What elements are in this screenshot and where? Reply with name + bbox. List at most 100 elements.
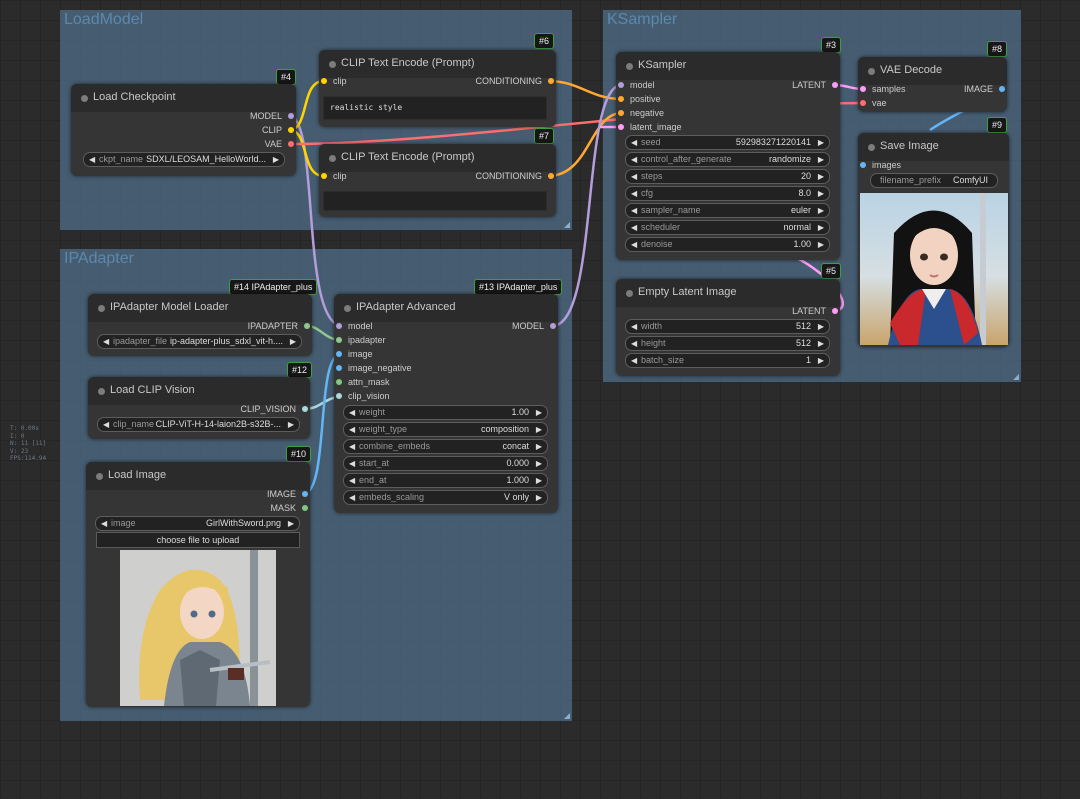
output-mask[interactable]: MASK [270,502,310,514]
node-title-bar[interactable]: CLIP Text Encode (Prompt) [319,144,556,172]
slot-dot-icon[interactable] [618,96,624,102]
collapse-dot-icon[interactable] [329,155,336,162]
collapse-dot-icon[interactable] [868,68,875,75]
slot-dot-icon[interactable] [999,86,1005,92]
start-at-widget[interactable]: ◀ start_at 0.000 ▶ [343,456,548,471]
slot-dot-icon[interactable] [550,323,556,329]
collapse-dot-icon[interactable] [98,388,105,395]
arrow-left-icon[interactable]: ◀ [631,320,637,333]
arrow-right-icon[interactable]: ▶ [290,335,296,348]
filename-prefix-input[interactable]: filename_prefix ComfyUI [870,173,998,188]
input-model[interactable]: model [334,320,373,332]
ckpt-name-combo[interactable]: ◀ ckpt_name SDXL/LEOSAM_HelloWorld... ▶ [83,152,285,167]
node-load-clip-vision[interactable]: Load CLIP Vision CLIP_VISION ◀ clip_name C… [88,377,310,439]
node-ksampler[interactable]: KSampler model positive negative latent_… [616,52,840,260]
batch-size-widget[interactable]: ◀ batch_size 1 ▶ [625,353,830,368]
input-clip[interactable]: clip [319,75,347,87]
node-title-bar[interactable]: IPAdapter Advanced [334,294,558,322]
end-at-widget[interactable]: ◀ end_at 1.000 ▶ [343,473,548,488]
weight-type-widget[interactable]: ◀ weight_type composition ▶ [343,422,548,437]
input-image[interactable]: image [334,348,373,360]
node-ipadapter-advanced[interactable]: IPAdapter Advanced model ipadapter image… [334,294,558,513]
node-clip-text-encode-positive[interactable]: CLIP Text Encode (Prompt) clip CONDITION… [319,50,556,127]
arrow-left-icon[interactable]: ◀ [349,491,355,504]
prompt-textarea[interactable] [323,191,547,211]
collapse-dot-icon[interactable] [98,305,105,312]
slot-dot-icon[interactable] [321,78,327,84]
input-clip[interactable]: clip [319,170,347,182]
arrow-right-icon[interactable]: ▶ [288,418,294,431]
combine-embeds-widget[interactable]: ◀ combine_embeds concat ▶ [343,439,548,454]
slot-dot-icon[interactable] [336,365,342,371]
height-widget[interactable]: ◀ height 512 ▶ [625,336,830,351]
output-latent[interactable]: LATENT [792,305,840,317]
arrow-left-icon[interactable]: ◀ [101,517,107,530]
arrow-right-icon[interactable]: ▶ [536,491,542,504]
arrow-left-icon[interactable]: ◀ [631,337,637,350]
slot-dot-icon[interactable] [336,337,342,343]
arrow-left-icon[interactable]: ◀ [349,406,355,419]
arrow-right-icon[interactable]: ▶ [818,187,824,200]
input-samples[interactable]: samples [858,83,906,95]
slot-dot-icon[interactable] [336,393,342,399]
collapse-dot-icon[interactable] [868,144,875,151]
arrow-right-icon[interactable]: ▶ [818,354,824,367]
input-model[interactable]: model [616,79,655,91]
slot-dot-icon[interactable] [302,491,308,497]
slot-dot-icon[interactable] [302,505,308,511]
output-latent[interactable]: LATENT [792,79,840,91]
node-title-bar[interactable]: Empty Latent Image [616,279,840,307]
arrow-right-icon[interactable]: ▶ [818,320,824,333]
slot-dot-icon[interactable] [618,82,624,88]
output-model[interactable]: MODEL [250,110,296,122]
output-image[interactable]: IMAGE [964,83,1007,95]
output-vae[interactable]: VAE [265,138,296,150]
arrow-right-icon[interactable]: ▶ [536,457,542,470]
slot-dot-icon[interactable] [302,406,308,412]
arrow-left-icon[interactable]: ◀ [103,418,109,431]
output-conditioning[interactable]: CONDITIONING [476,75,557,87]
node-title-bar[interactable]: VAE Decode [858,57,1007,85]
slot-dot-icon[interactable] [618,110,624,116]
prompt-textarea[interactable]: realistic style [323,96,547,120]
slot-dot-icon[interactable] [832,308,838,314]
arrow-left-icon[interactable]: ◀ [631,354,637,367]
node-clip-text-encode-negative[interactable]: CLIP Text Encode (Prompt) clip CONDITION… [319,144,556,217]
output-ipadapter[interactable]: IPADAPTER [248,320,312,332]
input-positive[interactable]: positive [616,93,661,105]
input-vae[interactable]: vae [858,97,887,109]
arrow-right-icon[interactable]: ▶ [818,153,824,166]
node-load-checkpoint[interactable]: Load Checkpoint MODEL CLIP VAE ◀ ckpt_na… [71,84,296,176]
collapse-dot-icon[interactable] [329,61,336,68]
input-clip-vision[interactable]: clip_vision [334,390,390,402]
output-conditioning[interactable]: CONDITIONING [476,170,557,182]
input-attn-mask[interactable]: attn_mask [334,376,390,388]
arrow-left-icon[interactable]: ◀ [631,187,637,200]
image-combo[interactable]: ◀ image GirlWithSword.png ▶ [95,516,300,531]
arrow-left-icon[interactable]: ◀ [349,457,355,470]
slot-dot-icon[interactable] [860,86,866,92]
node-title-bar[interactable]: Load Checkpoint [71,84,296,112]
upload-button[interactable]: choose file to upload [96,532,300,548]
arrow-right-icon[interactable]: ▶ [536,440,542,453]
output-model[interactable]: MODEL [512,320,558,332]
seed-widget[interactable]: ◀ seed 592983271220141 ▶ [625,135,830,150]
arrow-right-icon[interactable]: ▶ [818,221,824,234]
steps-widget[interactable]: ◀ steps 20 ▶ [625,169,830,184]
arrow-right-icon[interactable]: ▶ [536,406,542,419]
scheduler-widget[interactable]: ◀ scheduler normal ▶ [625,220,830,235]
control-after-generate-widget[interactable]: ◀ control_after_generate randomize ▶ [625,152,830,167]
node-title-bar[interactable]: IPAdapter Model Loader [88,294,312,322]
slot-dot-icon[interactable] [321,173,327,179]
denoise-widget[interactable]: ◀ denoise 1.00 ▶ [625,237,830,252]
collapse-dot-icon[interactable] [81,95,88,102]
input-latent-image[interactable]: latent_image [616,121,682,133]
collapse-dot-icon[interactable] [626,290,633,297]
slot-dot-icon[interactable] [860,162,866,168]
arrow-right-icon[interactable]: ▶ [536,423,542,436]
input-negative[interactable]: negative [616,107,664,119]
node-ipadapter-model-loader[interactable]: IPAdapter Model Loader IPADAPTER ◀ ipadap… [88,294,312,356]
slot-dot-icon[interactable] [336,379,342,385]
node-title-bar[interactable]: CLIP Text Encode (Prompt) [319,50,556,78]
collapse-dot-icon[interactable] [626,63,633,70]
